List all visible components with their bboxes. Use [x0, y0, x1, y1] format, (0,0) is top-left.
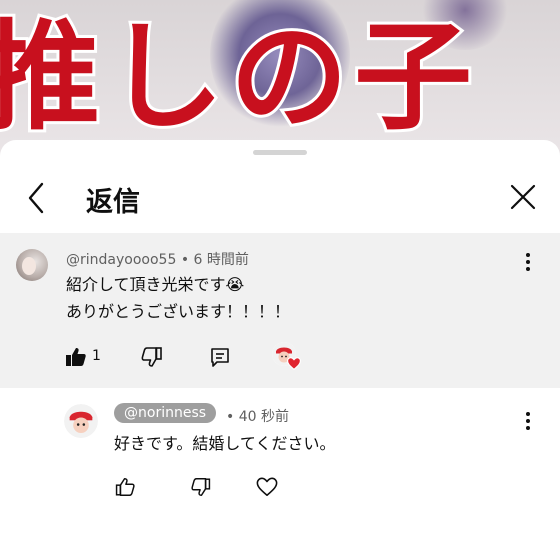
reply-dislike-button[interactable]: [190, 476, 212, 502]
reply-heart-button[interactable]: [256, 476, 278, 502]
close-icon: [510, 184, 536, 210]
comment-time: 40 秒前: [238, 409, 289, 425]
thumb-down-icon: [191, 478, 211, 496]
thumb-up-icon: [66, 348, 86, 366]
comment-author[interactable]: @rindayoooo55: [66, 252, 176, 268]
thumbnail-title: 推しの子: [0, 8, 479, 146]
comment-author-chip[interactable]: @norinness: [114, 403, 217, 423]
dislike-button[interactable]: [140, 345, 164, 373]
comment-line-1: 紹介して頂き光栄です😭: [66, 275, 245, 294]
more-vert-icon: [526, 253, 530, 271]
like-count: 1: [92, 348, 101, 364]
more-button[interactable]: [518, 408, 538, 434]
reply-button[interactable]: [208, 345, 232, 373]
reply-like-button[interactable]: [114, 476, 136, 502]
comment-body: 好きです。結婚してください。: [114, 434, 336, 453]
sheet-header: 返信: [0, 164, 560, 232]
comment-line-2: ありがとうございます！！！！: [66, 302, 291, 321]
reply-comment: @norinness • 40 秒前 好きです。結婚してください。: [0, 388, 560, 560]
comment-body: 紹介して頂き光栄です😭 ありがとうございます！！！！: [66, 271, 290, 325]
heart-icon: [256, 477, 278, 497]
meta-separator: •: [180, 252, 190, 268]
replies-sheet: 返信 @rindayoooo55 • 6 時間前 紹介して頂き光栄です😭 ありが…: [0, 140, 560, 560]
chevron-left-icon: [28, 182, 44, 214]
creator-heart: [286, 355, 302, 374]
meta-separator: •: [226, 409, 235, 425]
comment-time: 6 時間前: [193, 252, 249, 268]
avatar[interactable]: [64, 404, 98, 438]
reply-icon: [211, 348, 229, 367]
close-button[interactable]: [506, 180, 540, 214]
more-vert-icon: [526, 412, 530, 430]
avatar[interactable]: [16, 249, 48, 281]
more-button[interactable]: [518, 249, 538, 275]
thumb-down-icon: [141, 347, 162, 367]
comment-meta: • 40 秒前: [226, 406, 289, 426]
page-title: 返信: [86, 187, 140, 218]
avatar-icon: [64, 404, 98, 438]
drag-handle[interactable]: [253, 150, 307, 155]
comment-meta: @rindayoooo55 • 6 時間前: [66, 249, 249, 269]
parent-comment: @rindayoooo55 • 6 時間前 紹介して頂き光栄です😭 ありがとうご…: [0, 233, 560, 388]
like-button[interactable]: [64, 345, 88, 373]
back-button[interactable]: [22, 180, 54, 216]
thumb-up-icon: [115, 478, 135, 496]
heart-icon: [286, 357, 302, 371]
